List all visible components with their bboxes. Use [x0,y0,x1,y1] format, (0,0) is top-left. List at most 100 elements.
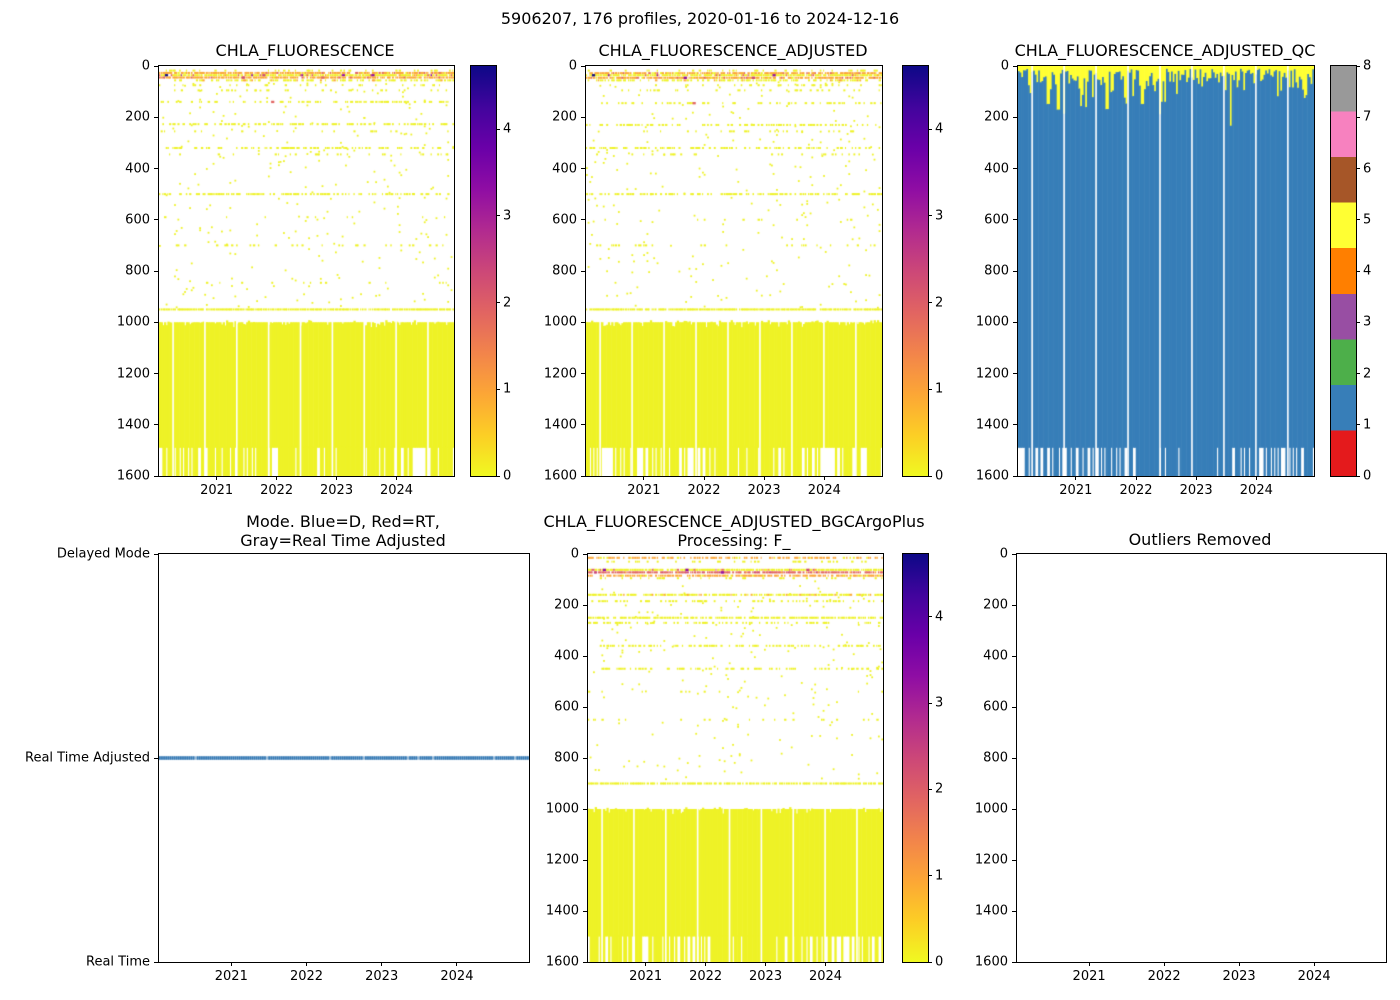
heatmap-canvas-bgcargoplus [588,554,883,962]
colorbar-tick-label: 1 [935,381,944,397]
y-tick [1012,961,1016,963]
y-tick-label: 1000 [974,801,1008,817]
colorbar-tick-label: 1 [503,381,512,397]
y-tick [154,961,158,963]
x-tick [703,476,705,480]
heatmap-canvas-qc-flags [1018,66,1314,476]
heatmap-axes-qc-flags: 2021 2022 2023 2024 0 200 400 600 800 1000 1200 140… [976,59,1315,498]
x-tick [216,476,218,480]
x-tick-label: 2023 [747,483,781,498]
y-tick [1012,859,1016,861]
colorbar-tick [1356,168,1360,169]
y-tick-label: 0 [999,546,1008,562]
y-tick-label: 1400 [975,417,1009,433]
colorbar-plasma-chla-fluorescence: 0 1 2 3 4 [470,65,511,484]
colorbar-tick [1356,424,1360,426]
x-tick [1255,476,1257,480]
colorbar-tick-label: 8 [1363,58,1372,74]
colorbar-tick-label: 2 [1363,366,1372,381]
y-tick [154,424,158,426]
y-tick [1013,424,1017,426]
y-tick-label: 200 [983,597,1008,613]
colorbar-tick [496,302,500,304]
colorbar-tick [928,702,932,704]
line-axes-data-mode: 2021 2022 2023 2024 Delayed Mode Real Time Ad… [25,547,530,984]
y-tick-label: 1000 [543,314,577,330]
x-tick [306,962,308,966]
y-tick-label: Real Time [86,954,150,970]
colorbar-tick-label: 3 [935,695,944,711]
y-tick-label: 0 [568,58,577,74]
colorbar-tick [928,215,932,217]
title-line: CHLA_FLUORESCENCE_ADJUSTED_BGCArgoPlus [543,512,925,531]
title-line: CHLA_FLUORESCENCE_ADJUSTED [598,41,868,60]
y-tick [1013,116,1017,118]
y-tick-label: 600 [554,699,579,715]
y-tick [583,706,587,708]
x-tick-label: 2023 [365,969,399,984]
colorbar-tick-label: 4 [935,609,944,625]
x-tick-label: 2022 [260,483,294,498]
y-tick-label: 200 [554,597,579,613]
colorbar-tick-label: 5 [1363,212,1372,228]
y-tick [581,65,585,67]
x-tick [1135,476,1137,480]
y-tick-label: 1600 [116,468,150,484]
y-tick [583,757,587,759]
y-tick [1013,475,1017,477]
x-tick [823,476,825,480]
y-tick [1012,808,1016,810]
y-tick-label: 400 [983,648,1008,664]
colorbar-tick [928,788,932,790]
y-tick-label: 1400 [545,903,579,919]
y-tick-label: 400 [552,161,577,176]
y-tick-label: 800 [552,263,577,279]
x-tick [1163,962,1165,966]
colorbar-tick [928,616,932,618]
y-tick-label: 600 [552,212,577,228]
panel-title-chla-fluorescence: CHLA_FLUORESCENCE [216,41,395,60]
colorbar-plasma-chla-fluorescence-adjusted: 0 1 2 3 4 [902,65,943,484]
y-tick [1013,321,1017,323]
y-tick-label: 1600 [975,468,1009,484]
y-tick [154,757,158,759]
colorbar-tick-label: 1 [1363,417,1372,433]
x-tick [643,476,645,480]
y-tick [581,116,585,118]
y-tick-label: 1600 [974,954,1008,970]
y-tick [581,270,585,272]
y-tick [581,321,585,323]
y-tick [583,655,587,657]
x-tick-label: 2021 [200,483,234,498]
panel-title-chla-fluorescence-adjusted-qc: CHLA_FLUORESCENCE_ADJUSTED_QC [1015,41,1316,60]
y-tick-label: 400 [554,648,579,664]
y-tick [1013,168,1017,169]
x-tick [230,962,232,966]
x-tick-label: 2021 [1059,483,1093,498]
x-tick-label: 2022 [689,969,723,984]
x-tick-label: 2024 [1239,483,1273,498]
y-tick-label: 0 [141,58,150,74]
colorbar-tick-label: 1 [935,868,944,884]
y-tick-label: 400 [125,161,150,176]
y-tick [583,859,587,861]
y-tick [154,270,158,272]
colorbar-tick-label: 7 [1363,109,1372,125]
y-tick [154,553,158,555]
x-tick-label: 2022 [289,969,324,984]
panel-title-bgcargoplus: CHLA_FLUORESCENCE_ADJUSTED_BGCArgoPlus P… [543,512,924,550]
y-tick [581,424,585,426]
title-line: Processing: F_ [677,531,791,550]
x-tick-label: 2023 [1179,483,1213,498]
y-tick [583,604,587,606]
y-tick [583,910,587,912]
y-tick-label: 800 [983,750,1008,766]
y-tick [1012,655,1016,657]
colorbar-tick [1356,475,1360,477]
x-tick [645,962,647,966]
colorbar-tick-label: 4 [1363,263,1372,279]
x-tick-label: 2023 [320,483,354,498]
x-tick-label: 2022 [1147,969,1181,984]
x-tick [456,962,458,966]
y-tick-label: 0 [570,546,579,562]
